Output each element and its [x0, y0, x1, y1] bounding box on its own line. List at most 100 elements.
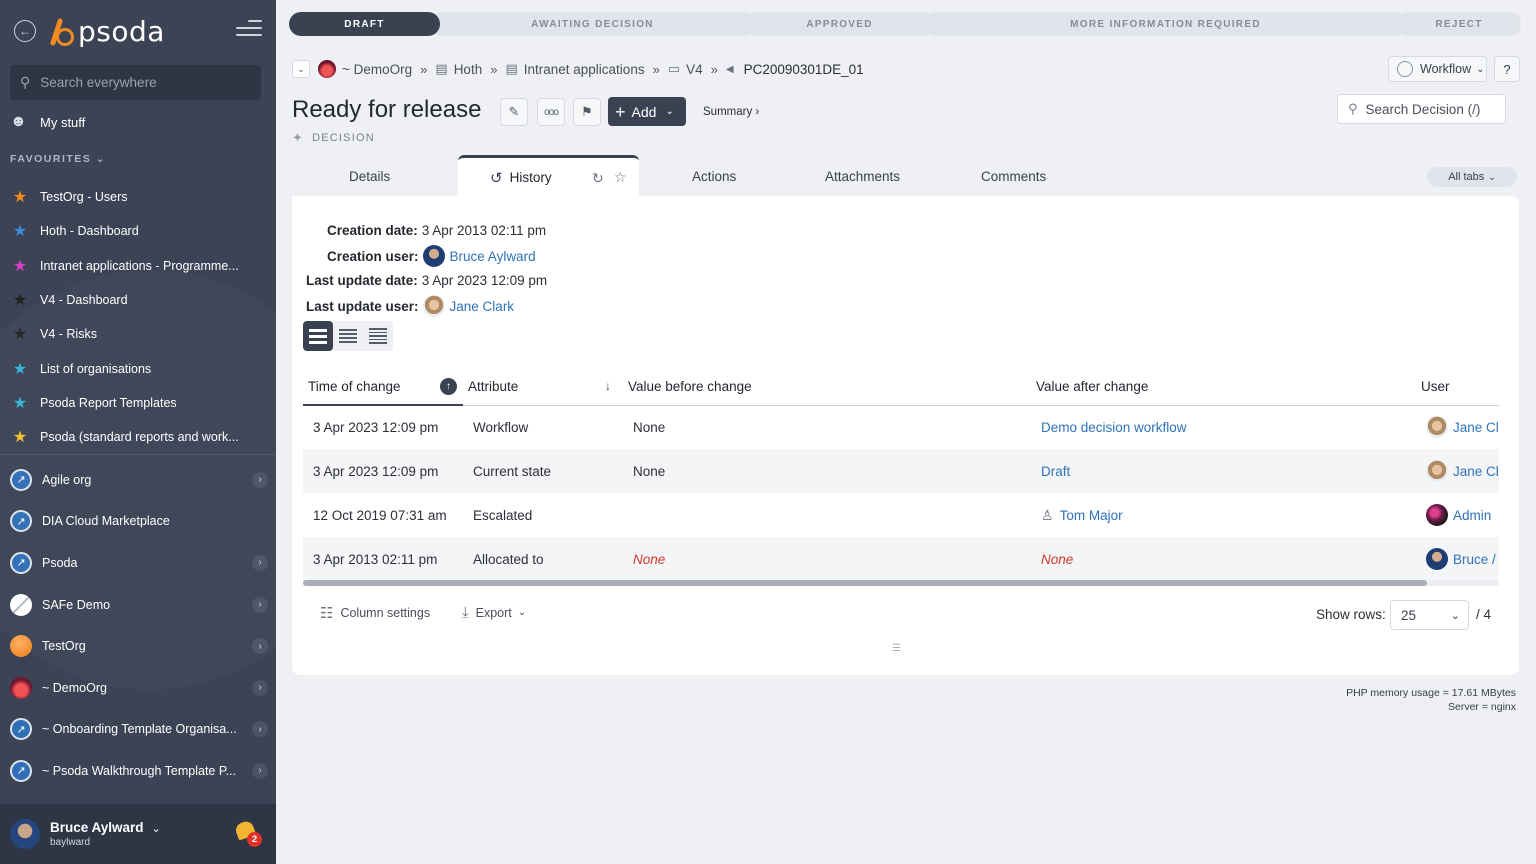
- column-header-attribute[interactable]: Attribute ↓: [463, 369, 623, 406]
- star-icon: ★: [12, 189, 28, 207]
- tab-history-label: History: [509, 170, 552, 185]
- resize-handle-icon[interactable]: ☰: [892, 643, 901, 654]
- collapse-sidebar-icon[interactable]: [236, 20, 262, 40]
- column-settings-label: Column settings: [340, 606, 431, 620]
- user-link[interactable]: Jane Cl: [1453, 464, 1499, 479]
- add-button[interactable]: + Add ⌄: [608, 97, 686, 126]
- sidebar-org-agile-org[interactable]: ↗ Agile org ›: [10, 459, 268, 501]
- stage-awaiting-decision[interactable]: AWAITING DECISION: [430, 12, 755, 36]
- breadcrumb-item-demoorg[interactable]: ~ DemoOrg: [342, 62, 412, 77]
- sort-descending-icon[interactable]: ↓: [605, 379, 611, 393]
- star-icon: ★: [12, 257, 28, 275]
- sidebar-org-demoorg[interactable]: ~ DemoOrg ›: [10, 667, 268, 709]
- star-outline-icon[interactable]: ☆: [614, 169, 627, 186]
- column-header-value-after[interactable]: Value after change: [1031, 369, 1416, 406]
- user-link[interactable]: Jane Cl: [1453, 420, 1499, 435]
- psoda-logo[interactable]: psoda: [49, 14, 165, 48]
- sidebar-org-safe-demo[interactable]: SAFe Demo ›: [10, 584, 268, 626]
- cell-time-of-change-text: 3 Apr 2023 12:09 pm: [313, 420, 439, 435]
- cell-value-after-text[interactable]: Demo decision workflow: [1041, 420, 1187, 435]
- sidebar-org-psoda-walkthrough-template-p[interactable]: ↗ ~ Psoda Walkthrough Template P... ›: [10, 750, 268, 792]
- chevron-right-icon[interactable]: ›: [252, 721, 268, 738]
- density-large-icon[interactable]: [303, 321, 333, 351]
- user-value: Admin: [1426, 504, 1499, 526]
- favourite-item-psoda-standard-reports-and-work[interactable]: ★ Psoda (standard reports and work...: [10, 420, 266, 454]
- search-decision[interactable]: ⚲: [1337, 94, 1506, 124]
- user-link[interactable]: Admin: [1453, 508, 1491, 523]
- favourite-label: Psoda Report Templates: [40, 395, 177, 410]
- chevron-right-icon[interactable]: ›: [252, 762, 268, 779]
- tab-details[interactable]: Details: [349, 169, 390, 184]
- chevron-right-icon[interactable]: ›: [252, 554, 268, 571]
- tag-button[interactable]: ⚑: [573, 98, 601, 126]
- stage-draft[interactable]: DRAFT: [289, 12, 440, 36]
- density-medium-icon[interactable]: [333, 321, 363, 351]
- horizontal-scrollbar[interactable]: [303, 580, 1499, 586]
- breadcrumb-item-intranet-applications[interactable]: Intranet applications: [524, 62, 645, 77]
- cell-value-before-text: None: [633, 551, 666, 567]
- sidebar-org-dia-cloud-marketplace[interactable]: ↗ DIA Cloud Marketplace: [10, 501, 268, 543]
- edit-button[interactable]: ✎: [500, 98, 528, 126]
- column-header-time-of-change[interactable]: Time of change ↑: [303, 369, 463, 406]
- organisations-list: ↗ Agile org › ↗ DIA Cloud Marketplace ↗ Psoda ›…: [10, 459, 268, 792]
- export-button[interactable]: ⤓ Export ⌄: [462, 604, 526, 621]
- favourite-item-v4-risks[interactable]: ★ V4 - Risks: [10, 317, 266, 351]
- rows-total: / 4: [1476, 607, 1492, 622]
- tab-attachments[interactable]: Attachments: [825, 169, 900, 184]
- sidebar-org-onboarding-template-organisa[interactable]: ↗ ~ Onboarding Template Organisa... ›: [10, 709, 268, 751]
- column-header-user[interactable]: User: [1416, 369, 1499, 406]
- chevron-right-icon[interactable]: ›: [252, 596, 268, 613]
- my-stuff-link[interactable]: ☻ My stuff: [10, 113, 85, 131]
- compass-icon: ↗: [10, 759, 32, 782]
- global-search-input[interactable]: [40, 75, 241, 90]
- chevron-down-icon: ⌄: [1450, 610, 1460, 622]
- density-compact-icon[interactable]: [363, 321, 393, 351]
- chevron-right-icon[interactable]: ›: [252, 471, 268, 488]
- more-options-button[interactable]: ooo: [537, 98, 565, 126]
- sidebar-org-testorg[interactable]: TestOrg ›: [10, 625, 268, 667]
- favourite-item-list-of-organisations[interactable]: ★ List of organisations: [10, 351, 266, 385]
- breadcrumb-item-v4[interactable]: V4: [686, 62, 703, 77]
- creation-user-link[interactable]: Bruce Aylward: [450, 249, 536, 264]
- favourite-item-hoth-dashboard[interactable]: ★ Hoth - Dashboard: [10, 214, 266, 248]
- help-button[interactable]: ?: [1494, 56, 1520, 82]
- scrollbar-thumb[interactable]: [303, 580, 1427, 586]
- tab-history[interactable]: ↺ History ↻ ☆: [458, 155, 639, 197]
- notifications-bell-icon[interactable]: 2: [233, 819, 262, 847]
- rows-per-page-select[interactable]: 25 ⌄: [1390, 600, 1469, 630]
- workflow-button[interactable]: Workflow ⌄: [1388, 56, 1487, 82]
- cell-value-after-text[interactable]: Tom Major: [1060, 508, 1123, 523]
- sort-ascending-icon[interactable]: ↑: [440, 378, 457, 395]
- tab-comments[interactable]: Comments: [981, 169, 1046, 184]
- person-icon: ♙: [1041, 506, 1054, 523]
- favourite-item-v4-dashboard[interactable]: ★ V4 - Dashboard: [10, 283, 266, 317]
- summary-link[interactable]: Summary ›: [703, 106, 759, 118]
- refresh-icon[interactable]: ↻: [592, 170, 604, 187]
- breadcrumb-separator-icon: »: [490, 61, 498, 77]
- column-header-value-before[interactable]: Value before change: [623, 369, 1031, 406]
- tab-actions[interactable]: Actions: [692, 169, 736, 184]
- breadcrumb-item-hoth[interactable]: Hoth: [454, 62, 483, 77]
- breadcrumb-menu-chevron-icon[interactable]: ⌄: [292, 60, 310, 78]
- global-search[interactable]: ⚲: [10, 65, 261, 100]
- column-settings-button[interactable]: ☷ Column settings: [320, 604, 430, 622]
- compass-icon: ↗: [10, 468, 32, 491]
- current-user[interactable]: Bruce Aylward ⌄ baylward: [0, 804, 276, 864]
- cell-value-after-text[interactable]: Draft: [1041, 464, 1070, 479]
- favourite-item-intranet-applications-programme[interactable]: ★ Intranet applications - Programme...: [10, 249, 266, 283]
- chevron-right-icon[interactable]: ›: [252, 679, 268, 696]
- creation-date-label: Creation date:: [327, 223, 418, 238]
- favourite-item-testorg-users[interactable]: ★ TestOrg - Users: [10, 180, 266, 214]
- sidebar-org-psoda[interactable]: ↗ Psoda ›: [10, 542, 268, 584]
- all-tabs-dropdown[interactable]: All tabs ⌄: [1427, 167, 1517, 187]
- favourite-item-psoda-report-templates[interactable]: ★ Psoda Report Templates: [10, 386, 266, 420]
- last-update-user-link[interactable]: Jane Clark: [450, 299, 515, 314]
- stage-reject[interactable]: REJECT: [1397, 12, 1521, 36]
- search-decision-input[interactable]: [1365, 101, 1496, 117]
- stage-approved[interactable]: APPROVED: [745, 12, 934, 36]
- back-arrow-icon[interactable]: ←: [14, 20, 36, 42]
- chevron-right-icon[interactable]: ›: [252, 638, 268, 655]
- user-link[interactable]: Bruce /: [1453, 552, 1496, 567]
- stage-more-information-required[interactable]: MORE INFORMATION REQUIRED: [924, 12, 1407, 36]
- favourites-heading[interactable]: FAVOURITES ⌄: [10, 153, 106, 165]
